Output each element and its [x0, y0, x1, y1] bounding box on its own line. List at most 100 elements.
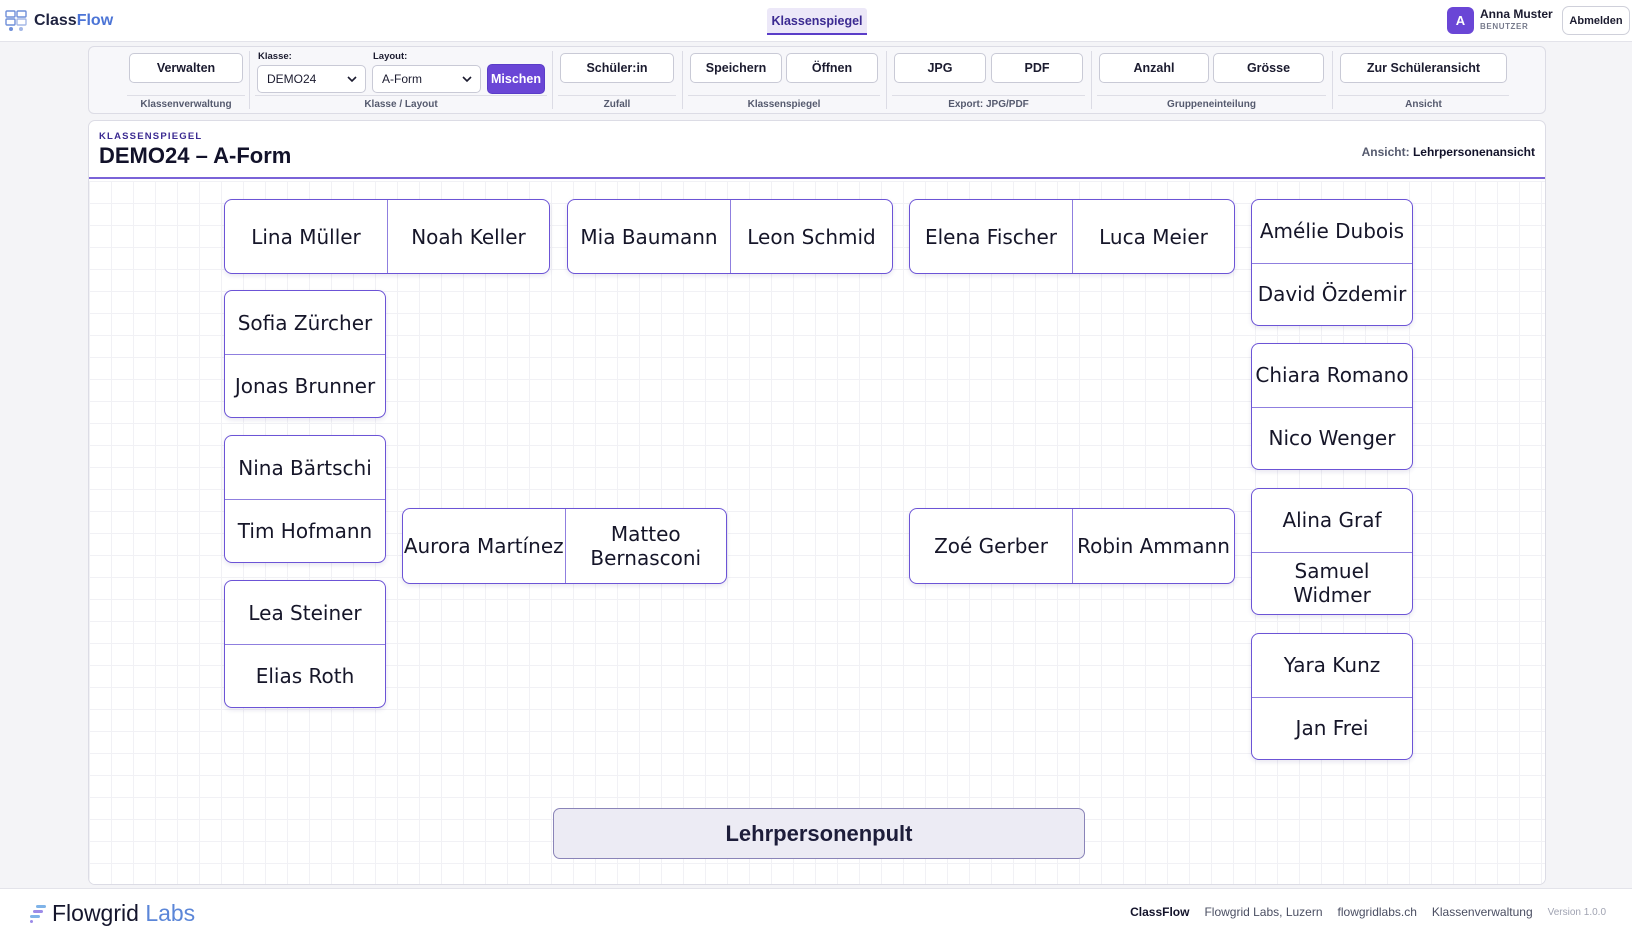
- seat[interactable]: Tim Hofmann: [225, 499, 385, 562]
- seat[interactable]: Chiara Romano: [1252, 344, 1412, 407]
- seat[interactable]: Amélie Dubois: [1252, 200, 1412, 263]
- seat[interactable]: Robin Ammann: [1072, 509, 1234, 583]
- seat[interactable]: Matteo Bernasconi: [564, 509, 727, 583]
- schueler-button[interactable]: Schüler:in: [560, 53, 674, 83]
- group-label-klassenspiegel: Klassenspiegel: [747, 99, 821, 110]
- brand-prefix: Class: [34, 12, 77, 29]
- group-label-klasse-layout: Klasse / Layout: [364, 99, 438, 110]
- groesse-button[interactable]: Grösse: [1213, 53, 1324, 83]
- panel-header: KLASSENSPIEGEL DEMO24 – A-Form Ansicht: …: [89, 121, 1545, 179]
- footer: Flowgrid Labs ClassFlow Flowgrid Labs, L…: [0, 888, 1632, 934]
- seating-panel: KLASSENSPIEGEL DEMO24 – A-Form Ansicht: …: [88, 120, 1546, 885]
- group-divider: [1338, 95, 1509, 96]
- desk[interactable]: Alina Graf Samuel Widmer: [1251, 488, 1413, 615]
- group-divider: [558, 95, 676, 96]
- desk[interactable]: Lea Steiner Elias Roth: [224, 580, 386, 708]
- separator: [249, 51, 250, 109]
- seat[interactable]: Alina Graf: [1252, 489, 1412, 552]
- chevron-down-icon: [462, 76, 472, 83]
- anzahl-button[interactable]: Anzahl: [1099, 53, 1209, 83]
- seat[interactable]: Leon Schmid: [730, 200, 892, 273]
- seat[interactable]: Yara Kunz: [1252, 634, 1412, 697]
- separator: [886, 51, 887, 109]
- klasse-select[interactable]: DEMO24: [257, 65, 366, 93]
- footer-link-website[interactable]: flowgridlabs.ch: [1338, 905, 1417, 919]
- pdf-export-button[interactable]: PDF: [991, 53, 1083, 83]
- group-divider: [688, 95, 880, 96]
- desk[interactable]: Chiara Romano Nico Wenger: [1251, 343, 1413, 470]
- footer-logo-prefix: Flowgrid: [52, 900, 139, 926]
- view-label: Ansicht:: [1361, 145, 1410, 159]
- desk[interactable]: Aurora Martínez Matteo Bernasconi: [402, 508, 727, 584]
- seat[interactable]: Samuel Widmer: [1252, 551, 1412, 615]
- view-value: Lehrpersonenansicht: [1412, 145, 1535, 159]
- brand-suffix: Flow: [76, 12, 114, 29]
- seat[interactable]: Noah Keller: [387, 200, 549, 273]
- footer-logo[interactable]: Flowgrid Labs: [28, 900, 195, 927]
- layout-select-value: A-Form: [382, 72, 422, 86]
- desk[interactable]: Lina Müller Noah Keller: [224, 199, 550, 274]
- brand[interactable]: ClassFlow: [4, 7, 113, 35]
- panel-kicker: KLASSENSPIEGEL: [99, 131, 203, 142]
- desk[interactable]: Sofia Zürcher Jonas Brunner: [224, 290, 386, 418]
- desk[interactable]: Zoé Gerber Robin Ammann: [909, 508, 1235, 584]
- group-label-klassenverwaltung: Klassenverwaltung: [140, 99, 232, 110]
- footer-link-company[interactable]: Flowgrid Labs, Luzern: [1204, 905, 1322, 919]
- desk[interactable]: Yara Kunz Jan Frei: [1251, 633, 1413, 760]
- seat[interactable]: Nina Bärtschi: [225, 436, 385, 499]
- jpg-export-button[interactable]: JPG: [894, 53, 986, 83]
- seat[interactable]: Lina Müller: [225, 200, 387, 273]
- seat[interactable]: Sofia Zürcher: [225, 291, 385, 354]
- desk[interactable]: Nina Bärtschi Tim Hofmann: [224, 435, 386, 563]
- flowgrid-logo-icon: [30, 904, 46, 923]
- oeffnen-button[interactable]: Öffnen: [786, 53, 878, 83]
- user-role: BENUTZER: [1480, 22, 1529, 31]
- seat[interactable]: Jan Frei: [1252, 696, 1412, 760]
- schueleransicht-button[interactable]: Zur Schüleransicht: [1340, 53, 1507, 83]
- seating-grid: Lina Müller Noah Keller Mia Baumann Leon…: [89, 181, 1545, 884]
- avatar[interactable]: A: [1447, 7, 1474, 34]
- seat[interactable]: Lea Steiner: [225, 581, 385, 644]
- footer-link-classflow[interactable]: ClassFlow: [1130, 905, 1189, 919]
- seat[interactable]: Jonas Brunner: [225, 354, 385, 417]
- group-label-export: Export: JPG/PDF: [948, 99, 1029, 110]
- seat[interactable]: Elias Roth: [225, 644, 385, 707]
- seat[interactable]: Luca Meier: [1072, 200, 1234, 273]
- group-divider: [892, 95, 1085, 96]
- seat[interactable]: Zoé Gerber: [910, 509, 1072, 583]
- seat[interactable]: Nico Wenger: [1252, 406, 1412, 470]
- seat[interactable]: Mia Baumann: [568, 200, 730, 273]
- separator: [552, 51, 553, 109]
- user-name: Anna Muster: [1480, 7, 1553, 21]
- klasse-label: Klasse:: [258, 51, 292, 62]
- seat[interactable]: Aurora Martínez: [403, 509, 565, 583]
- brand-name: ClassFlow: [34, 12, 113, 30]
- mischen-button[interactable]: Mischen: [487, 64, 545, 94]
- user-info: A Anna Muster BENUTZER: [1447, 7, 1553, 34]
- seat[interactable]: David Özdemir: [1252, 262, 1412, 326]
- toolbar: Verwalten Klassenverwaltung Klasse: DEMO…: [88, 46, 1546, 114]
- desk[interactable]: Mia Baumann Leon Schmid: [567, 199, 893, 274]
- verwalten-button[interactable]: Verwalten: [129, 53, 243, 83]
- classflow-logo-icon: [5, 10, 27, 31]
- group-divider: [127, 95, 245, 96]
- group-divider: [1097, 95, 1326, 96]
- separator: [682, 51, 683, 109]
- layout-select[interactable]: A-Form: [372, 65, 481, 93]
- logout-button[interactable]: Abmelden: [1562, 6, 1630, 35]
- teacher-desk: Lehrpersonenpult: [553, 808, 1085, 859]
- desk[interactable]: Elena Fischer Luca Meier: [909, 199, 1235, 274]
- footer-links: ClassFlow Flowgrid Labs, Luzern flowgrid…: [1115, 889, 1606, 934]
- chevron-down-icon: [347, 76, 357, 83]
- view-indicator: Ansicht: Lehrpersonenansicht: [1362, 145, 1535, 159]
- footer-link-klassenverwaltung[interactable]: Klassenverwaltung: [1432, 905, 1533, 919]
- layout-label: Layout:: [373, 51, 408, 62]
- group-label-zufall: Zufall: [603, 99, 631, 110]
- speichern-button[interactable]: Speichern: [690, 53, 782, 83]
- tab-klassenspiegel[interactable]: Klassenspiegel: [767, 8, 867, 35]
- separator: [1332, 51, 1333, 109]
- top-bar: ClassFlow Klassenspiegel A Anna Muster B…: [0, 0, 1632, 42]
- desk[interactable]: Amélie Dubois David Özdemir: [1251, 199, 1413, 326]
- seat[interactable]: Elena Fischer: [910, 200, 1072, 273]
- separator: [1091, 51, 1092, 109]
